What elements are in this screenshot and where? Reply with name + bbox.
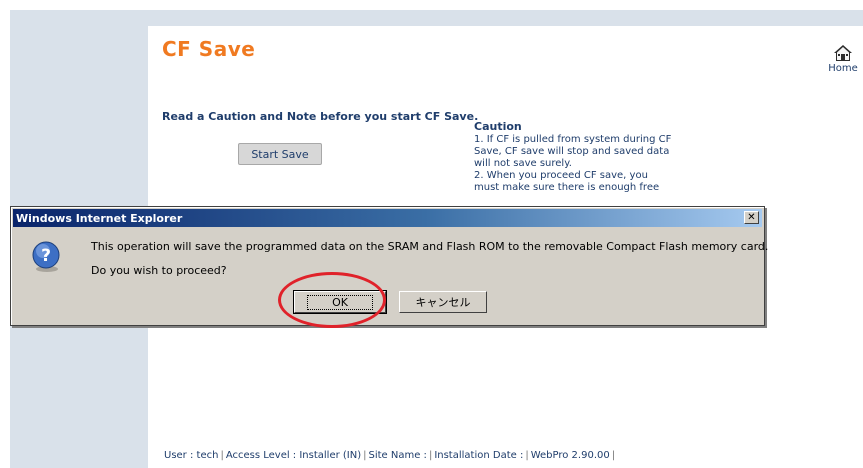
caution-box: Caution 1. If CF is pulled from system d… bbox=[474, 120, 686, 194]
home-icon bbox=[834, 45, 852, 61]
home-link[interactable]: Home bbox=[826, 44, 860, 74]
footer-version: WebPro 2.90.00 bbox=[530, 450, 610, 461]
footer-separator: | bbox=[525, 450, 529, 461]
footer-separator: | bbox=[220, 450, 224, 461]
start-save-button[interactable]: Start Save bbox=[238, 143, 322, 165]
footer-separator: | bbox=[611, 450, 616, 461]
cancel-button[interactable]: キャンセル bbox=[399, 291, 487, 313]
footer-access-level: Access Level : Installer (IN) bbox=[225, 450, 362, 461]
footer-installation-date: Installation Date : bbox=[434, 450, 524, 461]
caution-line: will not save surely. bbox=[474, 158, 572, 169]
status-footer: User : tech | Access Level : Installer (IN… bbox=[164, 450, 617, 461]
dialog-titlebar[interactable]: Windows Internet Explorer ✕ bbox=[13, 209, 762, 227]
intro-text: Read a Caution and Note before you start… bbox=[162, 110, 479, 123]
footer-separator: | bbox=[363, 450, 367, 461]
caution-line: Save, CF save will stop and saved data bbox=[474, 146, 670, 157]
dialog-title: Windows Internet Explorer bbox=[16, 211, 183, 225]
caution-line: 1. If CF is pulled from system during CF bbox=[474, 134, 672, 145]
ok-button[interactable]: OK bbox=[293, 290, 387, 314]
dialog-question: Do you wish to proceed? bbox=[91, 264, 227, 277]
caution-line: must make sure there is enough free bbox=[474, 182, 660, 193]
footer-user: User : tech bbox=[164, 450, 219, 461]
close-icon[interactable]: ✕ bbox=[744, 211, 759, 224]
footer-site-name: Site Name : bbox=[368, 450, 427, 461]
confirm-dialog: Windows Internet Explorer ✕ ? This opera… bbox=[10, 206, 769, 326]
dialog-message: This operation will save the programmed … bbox=[91, 240, 769, 253]
top-band bbox=[10, 10, 863, 26]
svg-text:?: ? bbox=[41, 246, 51, 266]
question-icon: ? bbox=[32, 241, 60, 272]
home-label: Home bbox=[828, 63, 858, 74]
caution-title: Caution bbox=[474, 120, 522, 133]
page-title: CF Save bbox=[162, 37, 256, 61]
ok-button-label: OK bbox=[307, 294, 373, 310]
caution-line: 2. When you proceed CF save, you bbox=[474, 170, 648, 181]
